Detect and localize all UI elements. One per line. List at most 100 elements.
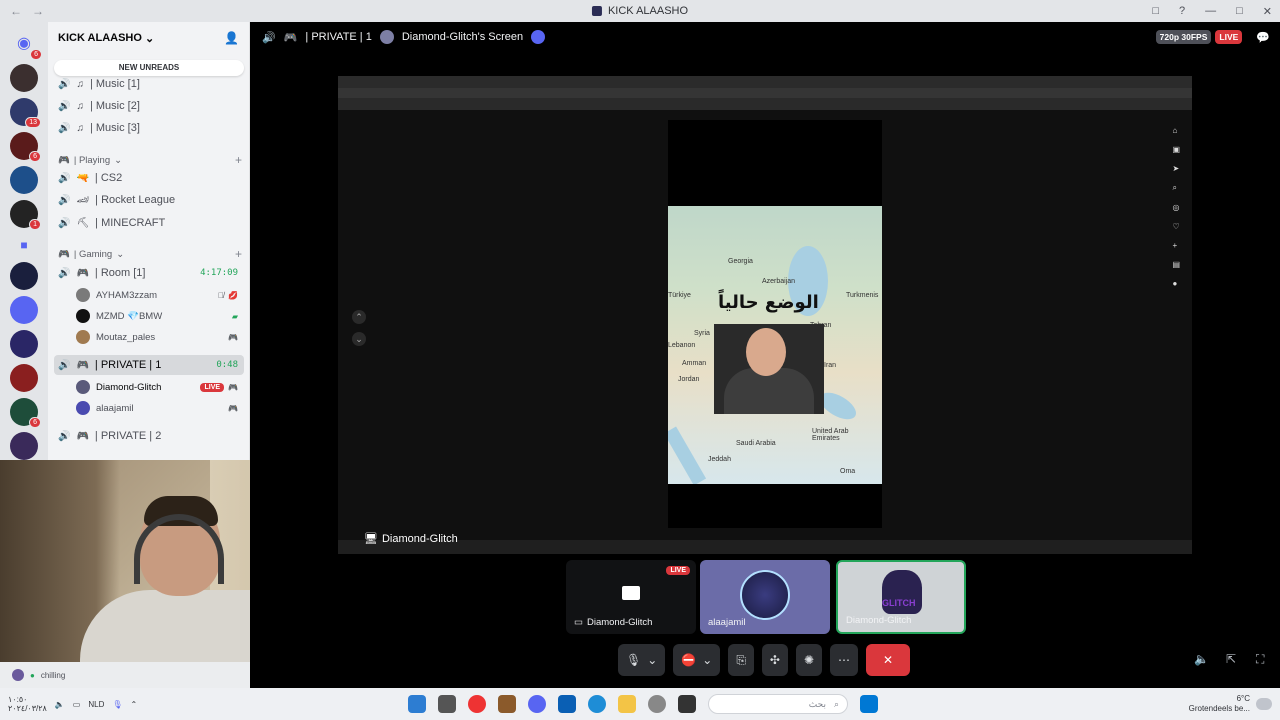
voice-user[interactable]: Moutaz_pales 🎮 xyxy=(76,328,244,346)
edge-icon[interactable] xyxy=(588,695,606,713)
monitor-icon: ▭ xyxy=(574,617,583,628)
server-icon[interactable] xyxy=(10,166,38,194)
controller-icon: 🎮 xyxy=(228,382,238,392)
map-label: Saudi Arabia xyxy=(736,440,776,447)
more-button[interactable]: ⋯ xyxy=(830,644,859,676)
camera-button[interactable]: ⛔ ⌄ xyxy=(673,644,721,676)
tile-label: Diamond-Glitch xyxy=(846,615,911,626)
folder-icon[interactable] xyxy=(618,695,636,713)
minimize-button[interactable]: — xyxy=(1205,5,1216,17)
tile-name: Diamond-Glitch xyxy=(846,615,912,626)
discord-icon[interactable] xyxy=(528,695,546,713)
app-icon[interactable] xyxy=(498,695,516,713)
voice-user[interactable]: MZMD 💎BMW ▰ xyxy=(76,307,244,325)
popout-icon[interactable]: ⇱ xyxy=(1226,652,1236,666)
participant-tile[interactable]: alaajamil xyxy=(700,560,830,634)
weather-text: Grotendeels be... xyxy=(1188,704,1250,713)
server-icon[interactable] xyxy=(10,262,38,290)
settings-icon[interactable] xyxy=(648,695,666,713)
map-label: Türkiye xyxy=(668,292,691,299)
help-icon[interactable]: ? xyxy=(1179,5,1185,17)
weather-temp: 6°C xyxy=(1236,694,1250,703)
disconnect-button[interactable]: ✕ xyxy=(866,644,911,676)
voice-channel-private-2[interactable]: 🔊 🎮 | PRIVATE | 2 xyxy=(54,426,244,446)
weather-widget[interactable]: 6°C Grotendeels be... xyxy=(1189,694,1250,714)
app-icon[interactable] xyxy=(468,695,486,713)
channel-timer: 0:48 xyxy=(216,360,238,370)
home-badge: 6 xyxy=(30,49,42,60)
chat-icon[interactable]: 💬 xyxy=(1256,31,1270,44)
share-screen-button[interactable]: ⎘ xyxy=(728,644,754,676)
user-status-icons: 🎮 xyxy=(228,333,238,342)
user-status-icons: LIVE 🎮 xyxy=(200,382,238,392)
add-channel-icon[interactable]: + xyxy=(235,153,242,167)
voice-channel-music-1[interactable]: 🔊 ♫ | Music [1] xyxy=(54,74,244,94)
voice-channel-music-3[interactable]: 🔊 ♫ | Music [3] xyxy=(54,118,244,138)
voice-user[interactable]: AYHAM3zzam 🎙̸ 💋 xyxy=(76,286,244,304)
chevron-down-icon: ⌄ xyxy=(145,32,155,45)
browser-address-bar xyxy=(338,88,1192,98)
maximize-button[interactable]: □ xyxy=(1236,5,1243,17)
server-icon[interactable] xyxy=(10,64,38,92)
search-input[interactable]: بحث ⌕ xyxy=(708,694,848,714)
server-header[interactable]: KICK ALAASHO ⌄ 👤 xyxy=(48,22,249,54)
fullscreen-icon[interactable]: ⛶ xyxy=(1256,652,1264,667)
send-icon: ➤ xyxy=(1172,164,1180,173)
server-icon[interactable]: 1 xyxy=(10,200,41,230)
soundboard-button[interactable]: ✺ xyxy=(795,644,823,676)
map-label: Oma xyxy=(840,468,856,475)
pickaxe-icon: ⛏ xyxy=(76,217,90,229)
chevron-up-icon[interactable]: ⌃ xyxy=(131,700,138,709)
app-icon[interactable] xyxy=(408,695,426,713)
category-gaming[interactable]: 🎮 | Gaming ⌄ + xyxy=(58,246,244,262)
category-label: | Gaming xyxy=(73,248,113,260)
speaker-icon: 🔊 xyxy=(58,100,71,112)
add-member-icon[interactable]: 👤 xyxy=(224,31,239,45)
server-icon[interactable] xyxy=(10,364,38,392)
participant-tile[interactable]: LIVE ▭ Diamond-Glitch xyxy=(566,560,696,634)
server-icon[interactable] xyxy=(10,432,38,460)
back-icon[interactable]: ← xyxy=(10,4,22,18)
lips-icon: 💋 xyxy=(228,290,238,300)
participant-tile[interactable]: GLITCH Diamond-Glitch xyxy=(836,560,966,634)
avatar[interactable] xyxy=(12,669,24,681)
microphone-icon[interactable]: 🎙 xyxy=(112,700,122,709)
server-icon[interactable]: 6 xyxy=(10,398,41,428)
start-icon[interactable] xyxy=(860,695,878,713)
avatar xyxy=(76,380,90,394)
server-icon[interactable]: 13 xyxy=(10,98,41,128)
volume-icon[interactable]: 🔈 xyxy=(1194,652,1209,666)
discord-home-icon[interactable]: ◉ 6 xyxy=(9,28,42,60)
language-indicator[interactable]: NLD xyxy=(88,700,104,709)
shared-screen[interactable]: ⌃ ⌄ Georgia Azerbaijan Türkiye Turkmenis… xyxy=(338,76,1192,554)
channel-label: | Room [1] xyxy=(94,267,146,279)
add-channel-icon[interactable]: + xyxy=(235,247,242,261)
voice-channel-cs2[interactable]: 🔊 🔫 | CS2 xyxy=(54,168,244,188)
close-button[interactable]: ✕ xyxy=(1263,5,1272,18)
folder-icon[interactable]: ■ xyxy=(10,234,38,256)
network-icon[interactable]: ▭ xyxy=(73,700,81,709)
inbox-icon[interactable]: □ xyxy=(1152,5,1159,17)
forward-icon[interactable]: → xyxy=(32,4,44,18)
user-name: Diamond-Glitch xyxy=(96,381,162,393)
microphone-button[interactable]: 🎙 ⌄ xyxy=(618,644,666,676)
map-label: Georgia xyxy=(728,258,753,265)
voice-channel-rocket-league[interactable]: 🔊 🏎 | Rocket League xyxy=(54,190,244,210)
server-icon[interactable] xyxy=(10,296,38,324)
voice-channel-room-1[interactable]: 🔊 🎮 | Room [1] 4:17:09 xyxy=(54,263,244,283)
app-icon[interactable] xyxy=(558,695,576,713)
category-playing[interactable]: 🎮 | Playing ⌄ + xyxy=(58,152,244,168)
voice-channel-private-1[interactable]: 🔊 🎮 | PRIVATE | 1 0:48 xyxy=(54,355,244,375)
voice-user[interactable]: Diamond-Glitch LIVE 🎮 xyxy=(76,378,244,396)
app-icon[interactable] xyxy=(678,695,696,713)
voice-channel-minecraft[interactable]: 🔊 ⛏ | MINECRAFT xyxy=(54,213,244,233)
activities-button[interactable]: ✣ xyxy=(761,644,788,676)
volume-icon[interactable]: 🔈 xyxy=(55,700,65,709)
app-icon[interactable] xyxy=(438,695,456,713)
clock[interactable]: ١٠:٥٠ ٢٠٢٤/٠٣/٢٨ xyxy=(8,695,47,713)
voice-user[interactable]: alaajamil 🎮 xyxy=(76,399,244,417)
voice-channel-music-2[interactable]: 🔊 ♫ | Music [2] xyxy=(54,96,244,116)
speaker-icon: 🔊 xyxy=(58,217,71,229)
server-icon[interactable] xyxy=(10,330,38,358)
server-icon[interactable]: 6 xyxy=(10,132,41,162)
